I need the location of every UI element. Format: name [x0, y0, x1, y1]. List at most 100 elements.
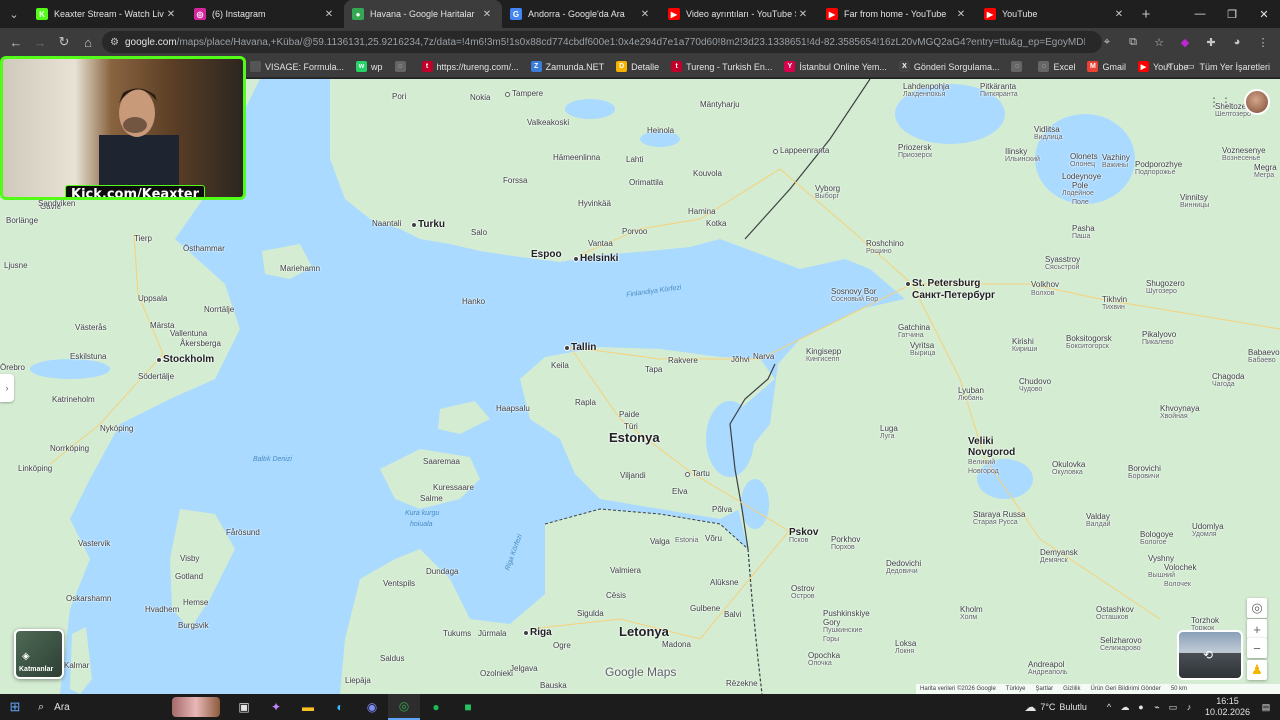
place-label[interactable]: Ostashkov — [1096, 605, 1134, 614]
place-label[interactable]: Põlva — [712, 505, 732, 514]
place-label[interactable]: Luga — [880, 424, 898, 433]
place-label[interactable]: Волхов — [1031, 290, 1055, 297]
account-avatar[interactable] — [1244, 89, 1270, 115]
place-label[interactable]: Старая Русса — [973, 519, 1018, 526]
place-label[interactable]: Opochka — [808, 651, 840, 660]
close-tab-icon[interactable]: ✕ — [322, 9, 336, 20]
close-tab-icon[interactable]: ✕ — [796, 9, 810, 20]
task-view-icon[interactable]: ▣ — [228, 694, 260, 720]
place-label[interactable]: Valkeakoski — [527, 118, 569, 127]
profile-avatar-icon[interactable]: ◕ — [1226, 30, 1248, 54]
place-label[interactable]: Hyvinkää — [578, 199, 611, 208]
obs-icon[interactable]: ■ — [452, 694, 484, 720]
place-label[interactable]: Fårösund — [226, 528, 260, 537]
place-label[interactable]: Nyköping — [100, 424, 133, 433]
browser-tab[interactable]: ● Havana - Google Haritalar ✕ — [344, 0, 502, 28]
browser-tab[interactable]: ◎ (6) Instagram ✕ — [186, 0, 344, 28]
attribution-item[interactable]: Gizlilik — [1063, 686, 1080, 692]
place-label[interactable]: Estonia — [675, 537, 698, 544]
place-label[interactable]: Селижарово — [1100, 645, 1141, 652]
place-label[interactable]: Boksitogorsk — [1066, 334, 1112, 343]
place-label[interactable]: Сосновый Бор — [831, 296, 878, 303]
place-label[interactable]: Порхов — [831, 544, 855, 551]
bookmark-item[interactable]: VISAGE: Formula... — [250, 61, 344, 72]
place-label[interactable]: Хвойная — [1160, 413, 1188, 420]
onedrive-icon[interactable]: ☁ — [1117, 702, 1133, 713]
place-label[interactable]: Naantali — [372, 219, 401, 228]
place-label[interactable]: Hemse — [183, 598, 208, 607]
place-label[interactable]: Луга — [880, 433, 894, 440]
place-label[interactable]: Kotka — [706, 219, 726, 228]
spotify-icon[interactable]: ● — [420, 694, 452, 720]
close-tab-icon[interactable]: ✕ — [638, 9, 652, 20]
volume-icon[interactable]: ♪ — [1181, 702, 1197, 712]
place-label[interactable]: Volkhov — [1031, 280, 1059, 289]
place-label[interactable]: Oskarshamn — [66, 594, 111, 603]
place-label[interactable]: Letonya — [619, 624, 669, 639]
place-label[interactable]: Türi — [624, 422, 638, 431]
place-label[interactable]: Лахденпохья — [903, 91, 945, 98]
close-tab-icon[interactable]: ✕ — [164, 9, 178, 20]
place-marker[interactable] — [411, 222, 417, 228]
place-label[interactable]: Jelgava — [510, 664, 538, 673]
place-label[interactable]: Katrineholm — [52, 395, 95, 404]
place-label[interactable]: Tikhvin — [1102, 295, 1127, 304]
place-label[interactable]: Elva — [672, 487, 688, 496]
place-label[interactable]: Sandviken — [38, 199, 75, 208]
back-icon[interactable]: ← — [4, 30, 28, 54]
place-label[interactable]: Södertälje — [138, 372, 174, 381]
place-label[interactable]: Narva — [753, 352, 774, 361]
place-label[interactable]: Kholm — [960, 605, 983, 614]
browser-tab[interactable]: ▶ YouTube ✕ — [976, 0, 1134, 28]
place-label[interactable]: Torzhok — [1191, 616, 1219, 625]
layers-button[interactable]: ◈ Katmanlar — [14, 629, 64, 679]
place-label[interactable]: Balvi — [724, 610, 741, 619]
start-icon[interactable]: ⊞ — [0, 699, 30, 715]
place-label[interactable]: Опочка — [808, 660, 832, 667]
place-label[interactable]: Окуловка — [1052, 469, 1083, 476]
place-label[interactable]: Khvoynaya — [1160, 404, 1200, 413]
bookmark-star-icon[interactable]: ☆ — [1148, 30, 1170, 54]
place-label[interactable]: Hvadhem — [145, 605, 179, 614]
spotify-tray-icon[interactable]: ● — [1133, 702, 1149, 712]
place-label[interactable]: Saldus — [380, 654, 404, 663]
place-label[interactable]: Estonya — [609, 430, 660, 445]
place-label[interactable]: Helsinki — [580, 253, 618, 264]
place-label[interactable]: Porvoo — [622, 227, 647, 236]
place-label[interactable]: Pikalyovo — [1142, 330, 1176, 339]
attribution-item[interactable]: 50 km — [1171, 686, 1187, 692]
place-label[interactable]: Visby — [180, 554, 199, 563]
place-label[interactable]: Forssa — [503, 176, 527, 185]
place-label[interactable]: Холм — [960, 614, 977, 621]
place-marker[interactable] — [905, 281, 911, 287]
notifications-icon[interactable]: ▤ — [1258, 702, 1274, 713]
clock[interactable]: 16:15 10.02.2026 — [1205, 696, 1250, 718]
place-label[interactable]: Любань — [958, 395, 983, 402]
place-label[interactable]: Pasha — [1072, 224, 1095, 233]
place-label[interactable]: Новгород — [968, 468, 999, 475]
place-label[interactable]: Приозерск — [898, 152, 932, 159]
place-label[interactable]: Рощино — [866, 248, 892, 255]
place-label[interactable]: Sigulda — [577, 609, 604, 618]
place-label[interactable]: Hämeenlinna — [553, 153, 600, 162]
place-label[interactable]: Orimattila — [629, 178, 663, 187]
install-app-icon[interactable]: ⧉ — [1122, 30, 1144, 54]
place-label[interactable]: Salme — [420, 494, 443, 503]
place-label[interactable]: Syasstroy — [1045, 255, 1080, 264]
bookmark-item[interactable]: w wp — [356, 61, 383, 72]
place-label[interactable]: Lodeynoye — [1062, 172, 1101, 181]
place-label[interactable]: Valga — [650, 537, 670, 546]
place-label[interactable]: Östhammar — [183, 244, 225, 253]
place-label[interactable]: Бабаево — [1248, 357, 1276, 364]
place-label[interactable]: Riga — [530, 627, 552, 638]
pegman-icon[interactable]: ♟ — [1247, 660, 1267, 680]
attribution-item[interactable]: Türkiye — [1006, 686, 1026, 692]
place-label[interactable]: Vidlitsa — [1034, 125, 1060, 134]
place-label[interactable]: Norrtälje — [204, 305, 234, 314]
place-label[interactable]: Liepāja — [345, 676, 371, 685]
address-bar[interactable]: ⚙ google.com/maps/place/Havana,+Küba/@59… — [102, 31, 1102, 53]
place-label[interactable]: Бологое — [1140, 539, 1167, 546]
close-tab-icon[interactable]: ✕ — [1112, 9, 1126, 20]
copilot-icon[interactable]: ✦ — [260, 694, 292, 720]
file-explorer-icon[interactable]: ▬ — [292, 694, 324, 720]
